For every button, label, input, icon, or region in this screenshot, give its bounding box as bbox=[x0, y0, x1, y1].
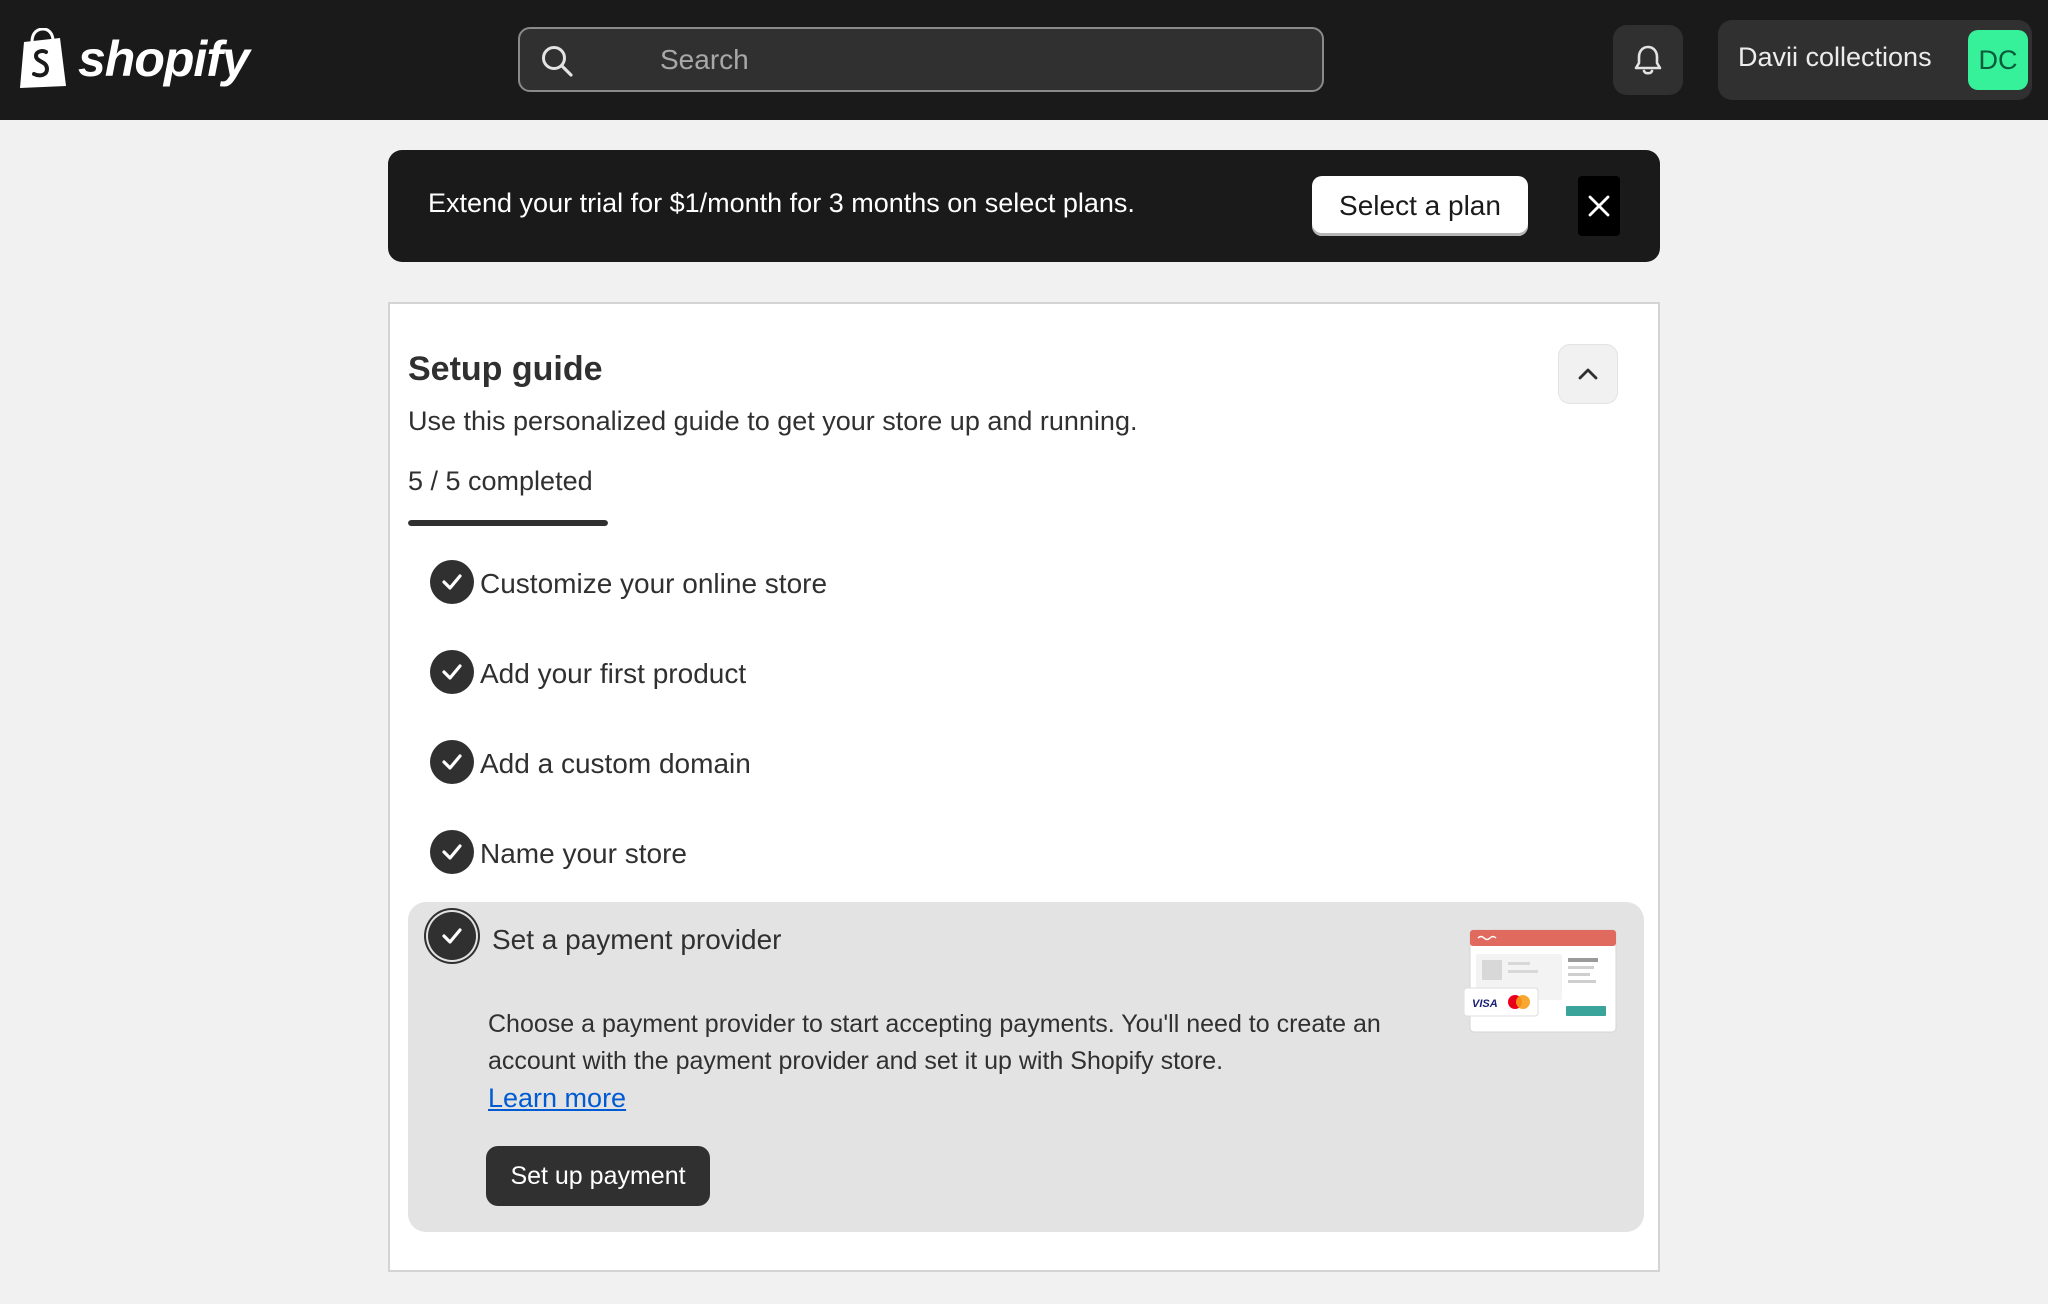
store-menu-button[interactable]: Davii collections DC bbox=[1718, 20, 2032, 100]
progress-bar bbox=[408, 520, 608, 526]
bell-icon bbox=[1634, 45, 1662, 75]
shopify-logo[interactable]: shopify bbox=[16, 26, 250, 92]
dismiss-banner-button[interactable] bbox=[1578, 176, 1620, 236]
setup-guide-subtitle: Use this personalized guide to get your … bbox=[408, 406, 1138, 436]
task-description-text: Choose a payment provider to start accep… bbox=[488, 1010, 1381, 1075]
progress-bar-fill bbox=[408, 520, 608, 526]
shopify-bag-icon bbox=[20, 28, 66, 88]
payment-illustration: VISA bbox=[1464, 929, 1617, 1033]
task-payment-provider[interactable]: Set a payment provider Choose a payment … bbox=[408, 902, 1644, 1232]
avatar: DC bbox=[1968, 30, 2028, 90]
setup-guide-card: Setup guide Use this personalized guide … bbox=[388, 302, 1660, 1272]
top-bar: shopify Davii collections DC bbox=[0, 0, 2048, 120]
task-customize-store[interactable]: Customize your online store bbox=[408, 552, 1644, 632]
set-up-payment-button[interactable]: Set up payment bbox=[486, 1146, 710, 1206]
task-label: Add your first product bbox=[480, 658, 747, 689]
progress-text: 5 / 5 completed bbox=[408, 466, 593, 496]
checkmark-icon bbox=[430, 650, 474, 694]
search-bar[interactable] bbox=[518, 27, 1324, 92]
task-label: Customize your online store bbox=[480, 568, 828, 599]
checkmark-icon bbox=[430, 740, 474, 784]
checkmark-icon bbox=[430, 560, 474, 604]
checkmark-icon bbox=[430, 830, 474, 874]
chevron-up-icon bbox=[1578, 368, 1598, 380]
task-description: Choose a payment provider to start accep… bbox=[488, 1006, 1388, 1118]
checkmark-icon bbox=[428, 912, 476, 960]
learn-more-link[interactable]: Learn more bbox=[488, 1083, 626, 1113]
task-add-product[interactable]: Add your first product bbox=[408, 642, 1644, 722]
task-label: Add a custom domain bbox=[480, 748, 751, 779]
collapse-guide-button[interactable] bbox=[1558, 344, 1618, 404]
task-add-domain[interactable]: Add a custom domain bbox=[408, 732, 1644, 812]
card-brand-label: VISA bbox=[1472, 998, 1498, 1010]
close-icon bbox=[1588, 195, 1610, 217]
setup-guide-title: Setup guide bbox=[408, 350, 603, 388]
logo-text: shopify bbox=[78, 31, 250, 87]
task-label: Set a payment provider bbox=[492, 924, 782, 955]
search-input[interactable] bbox=[660, 29, 1300, 90]
task-label: Name your store bbox=[480, 838, 687, 869]
trial-banner: Extend your trial for $1/month for 3 mon… bbox=[388, 150, 1660, 262]
task-name-store[interactable]: Name your store bbox=[408, 822, 1644, 902]
search-icon bbox=[542, 46, 573, 77]
select-plan-button[interactable]: Select a plan bbox=[1312, 176, 1528, 236]
banner-text: Extend your trial for $1/month for 3 mon… bbox=[428, 188, 1135, 218]
store-name: Davii collections bbox=[1738, 42, 1932, 72]
notifications-button[interactable] bbox=[1613, 25, 1683, 95]
